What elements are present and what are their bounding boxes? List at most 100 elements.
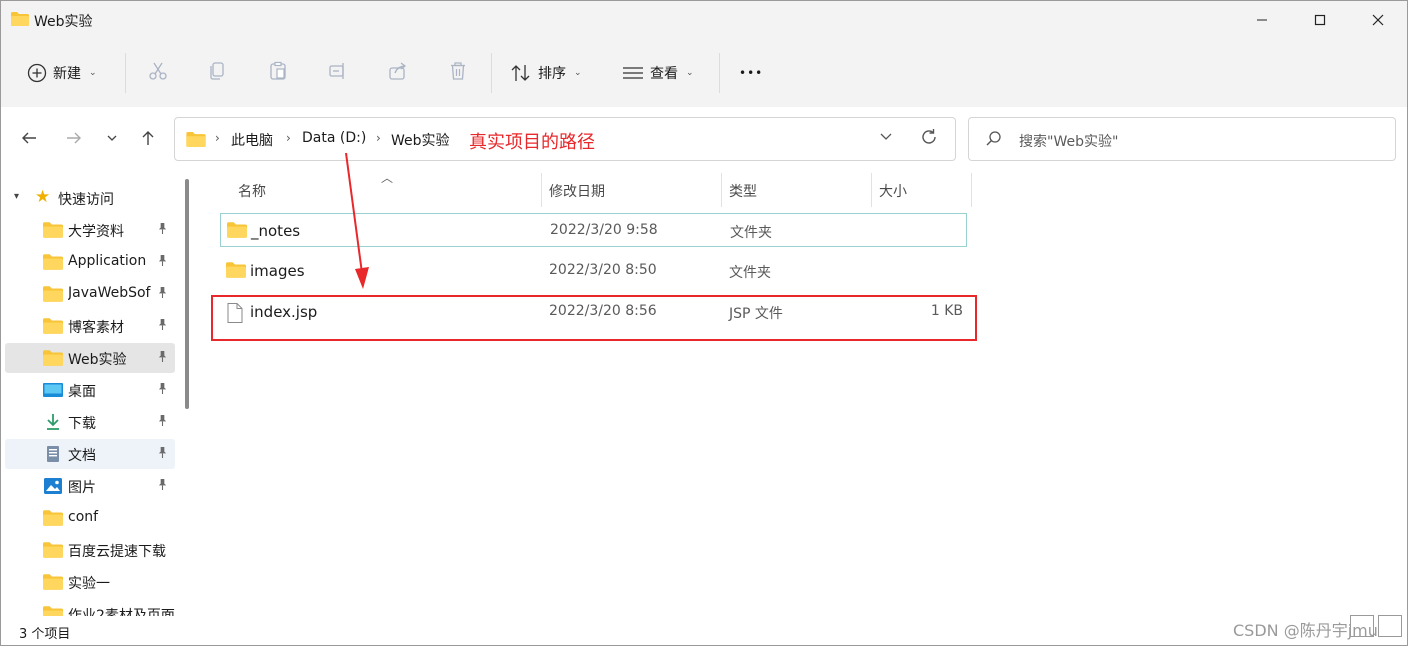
status-bar: 3 个项目 bbox=[1, 616, 1407, 645]
breadcrumb-this-pc[interactable]: 此电脑 bbox=[231, 130, 273, 150]
window-title: Web实验 bbox=[34, 14, 93, 30]
close-icon bbox=[1372, 14, 1384, 26]
column-divider[interactable] bbox=[721, 173, 722, 207]
sidebar-item[interactable]: 桌面 bbox=[5, 375, 175, 405]
file-type: 文件夹 bbox=[730, 225, 772, 241]
up-button[interactable] bbox=[135, 125, 161, 151]
toolbar-divider bbox=[719, 53, 720, 93]
sidebar-item[interactable]: 图片 bbox=[5, 471, 175, 501]
view-button[interactable]: 查看 ⌄ bbox=[622, 51, 694, 95]
arrow-up-icon bbox=[142, 131, 154, 145]
navigation-bar: › 此电脑 › Data (D:) › Web实验 真实项目的路径 搜索"Web… bbox=[1, 107, 1407, 169]
chevron-down-icon[interactable]: ▾ bbox=[14, 191, 19, 202]
sidebar-item-label: conf bbox=[68, 509, 99, 525]
chevron-down-icon bbox=[880, 133, 892, 140]
refresh-button[interactable] bbox=[920, 128, 938, 150]
sidebar-item[interactable]: 大学资料 bbox=[5, 215, 175, 245]
sidebar-item-label: 作业2素材及页面 bbox=[68, 608, 175, 616]
address-history-button[interactable] bbox=[879, 129, 893, 147]
pin-icon bbox=[157, 414, 168, 430]
command-bar: 新建 ⌄ 排序 ⌄ 查看 ⌄ ••• bbox=[1, 39, 1407, 107]
close-button[interactable] bbox=[1349, 1, 1407, 39]
copy-button[interactable] bbox=[205, 59, 229, 83]
column-header-label: 大小 bbox=[879, 184, 907, 200]
file-modified: 2022/3/20 9:58 bbox=[550, 222, 658, 238]
forward-button[interactable] bbox=[61, 125, 87, 151]
new-button[interactable]: 新建 ⌄ bbox=[27, 51, 97, 95]
minimize-button[interactable] bbox=[1233, 1, 1291, 39]
chevron-down-icon: ⌄ bbox=[574, 68, 582, 78]
sort-label: 排序 bbox=[538, 66, 566, 82]
folder-icon bbox=[43, 542, 63, 558]
annotation-label: 真实项目的路径 bbox=[469, 132, 595, 153]
tiles-view-button[interactable] bbox=[1378, 615, 1402, 637]
paste-button[interactable] bbox=[266, 59, 290, 83]
details-view-button[interactable] bbox=[1350, 615, 1374, 637]
recent-locations-button[interactable] bbox=[99, 125, 125, 151]
sidebar-item[interactable]: JavaWebSof bbox=[5, 279, 175, 309]
folder-icon bbox=[186, 132, 206, 147]
address-bar[interactable]: › 此电脑 › Data (D:) › Web实验 真实项目的路径 bbox=[174, 117, 956, 161]
column-header-name[interactable]: 名称 bbox=[238, 175, 266, 207]
item-count: 3 个项目 bbox=[19, 627, 71, 642]
column-divider[interactable] bbox=[971, 173, 972, 207]
column-header-modified[interactable]: 修改日期 bbox=[549, 175, 605, 207]
file-row[interactable]: images 2022/3/20 8:50 文件夹 bbox=[220, 254, 967, 288]
cut-button[interactable] bbox=[146, 59, 170, 83]
folder-icon bbox=[43, 350, 63, 366]
annotation-highlight-box bbox=[211, 295, 977, 341]
sidebar-item[interactable]: 博客素材 bbox=[5, 311, 175, 341]
breadcrumb-current-folder[interactable]: Web实验 bbox=[391, 130, 450, 150]
breadcrumb-chevron-icon: › bbox=[215, 131, 220, 145]
download-icon bbox=[43, 414, 63, 430]
pin-icon bbox=[157, 318, 168, 334]
sidebar-scrollbar[interactable] bbox=[185, 179, 189, 409]
sidebar-item[interactable]: 实验一 bbox=[5, 567, 175, 597]
more-icon: ••• bbox=[739, 66, 764, 80]
sort-arrows-icon bbox=[511, 65, 530, 81]
column-header-type[interactable]: 类型 bbox=[729, 175, 757, 207]
copy-icon bbox=[210, 62, 224, 80]
sidebar-item-quick-access[interactable]: ▾ ★ 快速访问 bbox=[5, 183, 175, 213]
sidebar-item[interactable]: conf bbox=[5, 503, 175, 533]
search-box[interactable]: 搜索"Web实验" bbox=[968, 117, 1396, 161]
pin-icon bbox=[157, 350, 168, 366]
column-divider[interactable] bbox=[871, 173, 872, 207]
back-button[interactable] bbox=[16, 125, 42, 151]
more-options-button[interactable]: ••• bbox=[739, 51, 763, 95]
title-bar: Web实验 bbox=[1, 1, 1407, 39]
pin-icon bbox=[157, 478, 168, 494]
folder-icon bbox=[43, 222, 63, 238]
column-header-size[interactable]: 大小 bbox=[879, 175, 907, 207]
maximize-button[interactable] bbox=[1291, 1, 1349, 39]
share-icon bbox=[389, 62, 407, 80]
breadcrumb-chevron-icon: › bbox=[286, 131, 291, 145]
sidebar-item[interactable]: Web实验 bbox=[5, 343, 175, 373]
chevron-down-icon bbox=[107, 135, 117, 141]
rename-icon bbox=[329, 63, 344, 79]
breadcrumb-drive[interactable]: Data (D:) bbox=[302, 130, 366, 146]
search-icon bbox=[986, 131, 1001, 146]
maximize-icon bbox=[1314, 14, 1326, 26]
sidebar-item-label: 实验一 bbox=[68, 576, 110, 592]
picture-icon bbox=[43, 478, 63, 494]
delete-button[interactable] bbox=[446, 59, 470, 83]
document-icon bbox=[43, 446, 63, 462]
column-divider[interactable] bbox=[541, 173, 542, 207]
explorer-window: Web实验 新建 ⌄ 排序 ⌄ 查看 ⌄ ••• › 此电脑 › Data (D… bbox=[0, 0, 1408, 646]
navigation-pane: ▾ ★ 快速访问 大学资料 Application JavaWebSof 博客素材 We… bbox=[1, 169, 196, 616]
sidebar-item[interactable]: 下载 bbox=[5, 407, 175, 437]
sidebar-item[interactable]: 作业2素材及页面 bbox=[5, 599, 175, 616]
sidebar-item[interactable]: 文档 bbox=[5, 439, 175, 469]
pin-icon bbox=[157, 446, 168, 462]
rename-button[interactable] bbox=[326, 59, 350, 83]
sidebar-item[interactable]: Application bbox=[5, 247, 175, 277]
folder-icon bbox=[43, 254, 63, 270]
file-type: 文件夹 bbox=[729, 265, 771, 281]
share-button[interactable] bbox=[386, 59, 410, 83]
sidebar-item-label: 百度云提速下载 bbox=[68, 544, 166, 560]
file-row[interactable]: _notes 2022/3/20 9:58 文件夹 bbox=[220, 213, 967, 247]
sort-button[interactable]: 排序 ⌄ bbox=[510, 51, 582, 95]
folder-icon bbox=[43, 606, 63, 616]
sidebar-item[interactable]: 百度云提速下载 bbox=[5, 535, 175, 565]
